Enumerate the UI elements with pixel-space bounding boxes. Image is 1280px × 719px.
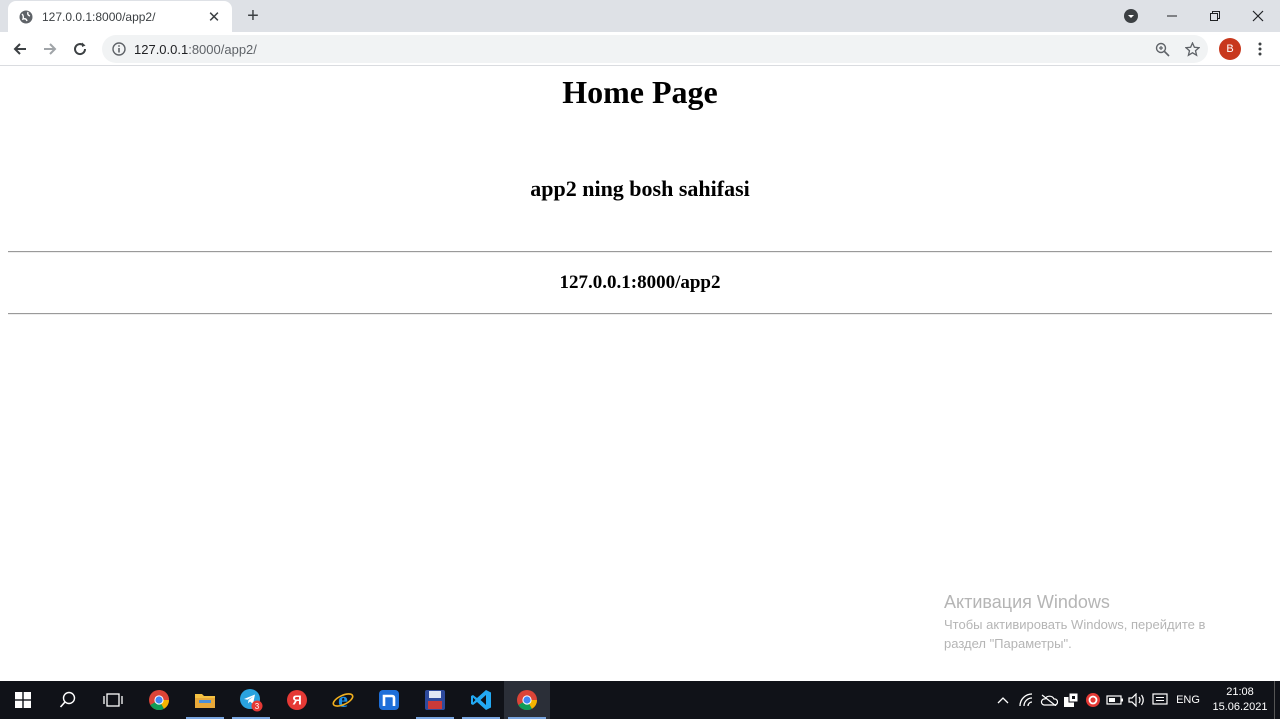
file-explorer-icon[interactable]: [182, 681, 228, 719]
svg-text:e: e: [338, 689, 348, 711]
url-host: 127.0.0.1: [134, 41, 189, 57]
page-content: Home Page app2 ning bosh sahifasi 127.0.…: [0, 66, 1280, 681]
browser-tab[interactable]: 127.0.0.1:8000/app2/ ✕: [8, 1, 232, 32]
page-subheading: app2 ning bosh sahifasi: [530, 176, 750, 201]
start-windows-icon[interactable]: [0, 681, 46, 719]
activation-watermark: Активация Windows Чтобы активировать Win…: [944, 592, 1244, 653]
wifi-icon[interactable]: [1016, 681, 1038, 719]
activation-text: Чтобы активировать Windows, перейдите в …: [944, 617, 1206, 651]
tab-strip: 127.0.0.1:8000/app2/ ✕ +: [0, 0, 1280, 32]
search-icon[interactable]: [45, 681, 91, 719]
yandex-browser-icon[interactable]: Я: [274, 681, 320, 719]
new-tab-button[interactable]: +: [242, 5, 264, 27]
divider-bottom: [8, 313, 1272, 315]
tray-chevron-up-icon[interactable]: [992, 681, 1014, 719]
app-tray-icon[interactable]: [1060, 681, 1082, 719]
reload-button[interactable]: [66, 35, 94, 63]
telegram-badge: 3: [255, 702, 260, 711]
language-label: ENG: [1176, 694, 1200, 706]
notifications-icon[interactable]: [1149, 681, 1171, 719]
close-tab-icon[interactable]: ✕: [206, 9, 222, 26]
address-bar[interactable]: 127.0.0.1:8000/app2/: [102, 35, 1208, 63]
chrome-icon[interactable]: [136, 681, 182, 719]
back-button[interactable]: [6, 35, 34, 63]
battery-icon[interactable]: [1104, 681, 1126, 719]
browser-chrome: 127.0.0.1:8000/app2/ ✕ + 127.0.0.1:8000/…: [0, 0, 1280, 66]
url-text: 127.0.0.1:8000/app2/: [134, 42, 257, 57]
chrome-active-icon[interactable]: [504, 681, 550, 719]
save-disk-icon[interactable]: [412, 681, 458, 719]
clock[interactable]: 21:08 15.06.2021: [1210, 685, 1270, 715]
antivirus-icon[interactable]: [1082, 681, 1104, 719]
page-heading: Home Page: [562, 74, 718, 110]
profile-avatar[interactable]: B: [1219, 38, 1241, 60]
globe-icon: [18, 9, 34, 25]
info-icon[interactable]: [112, 42, 126, 56]
clock-date: 15.06.2021: [1212, 701, 1268, 713]
telegram-icon[interactable]: 3: [228, 681, 274, 719]
close-window-button[interactable]: [1236, 0, 1280, 32]
volume-icon[interactable]: [1126, 681, 1148, 719]
browser-toolbar: 127.0.0.1:8000/app2/ B: [0, 32, 1280, 66]
show-desktop-button[interactable]: [1274, 681, 1280, 719]
tab-search-icon[interactable]: [1109, 0, 1153, 32]
language-indicator[interactable]: ENG: [1172, 681, 1204, 719]
url-path: :8000/app2/: [188, 41, 257, 57]
restore-button[interactable]: [1193, 0, 1237, 32]
internet-explorer-icon[interactable]: e: [320, 681, 366, 719]
vscode-icon[interactable]: [458, 681, 504, 719]
divider-top: [8, 251, 1272, 253]
page-url-text: 127.0.0.1:8000/app2: [559, 272, 721, 293]
minimize-button[interactable]: [1150, 0, 1194, 32]
menu-icon[interactable]: [1250, 35, 1270, 63]
tab-title: 127.0.0.1:8000/app2/: [42, 9, 156, 24]
clock-time: 21:08: [1226, 686, 1254, 698]
task-view-icon[interactable]: [90, 681, 136, 719]
notepad-plus-icon[interactable]: [366, 681, 412, 719]
activation-title: Активация Windows: [944, 592, 1110, 612]
bookmark-star-icon[interactable]: [1178, 35, 1206, 63]
forward-button[interactable]: [36, 35, 64, 63]
onedrive-icon[interactable]: [1038, 681, 1060, 719]
taskbar: 3 Я e ENG 21:08 15.06.2021: [0, 681, 1280, 719]
zoom-icon[interactable]: [1148, 35, 1176, 63]
yandex-letter: Я: [292, 693, 301, 708]
